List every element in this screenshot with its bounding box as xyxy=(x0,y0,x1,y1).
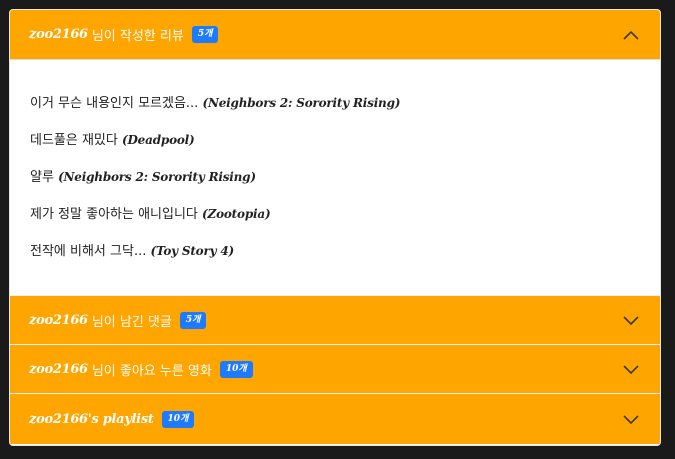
review-text: 데드풀은 재밌다 xyxy=(30,133,118,148)
reviews-section-body: 이거 무슨 내용인지 모르겠음... (Neighbors 2: Sororit… xyxy=(10,60,660,296)
review-item[interactable]: 얄루 (Neighbors 2: Sorority Rising) xyxy=(30,169,660,206)
chevron-down-icon[interactable] xyxy=(622,363,640,375)
review-movie-title: (Zootopia) xyxy=(202,207,271,221)
review-text: 전작에 비해서 그닥... xyxy=(30,244,147,259)
username: zoo2166 xyxy=(29,312,88,328)
review-text: 이거 무슨 내용인지 모르겠음... xyxy=(30,96,199,111)
review-item[interactable]: 데드풀은 재밌다 (Deadpool) xyxy=(30,132,660,169)
review-movie-title: (Deadpool) xyxy=(122,133,195,147)
chevron-down-icon[interactable] xyxy=(622,314,640,326)
count-badge: 10개 xyxy=(161,410,195,428)
username: zoo2166 xyxy=(29,27,88,42)
review-item[interactable]: 이거 무슨 내용인지 모르겠음... (Neighbors 2: Sororit… xyxy=(30,95,660,132)
count-badge: 5개 xyxy=(179,311,207,329)
reviews-section-header[interactable]: zoo2166 님이 작성한 리뷰 5개 xyxy=(10,10,660,60)
comments-section-header[interactable]: zoo2166 님이 남긴 댓글 5개 xyxy=(10,296,660,345)
playlist-section-header[interactable]: zoo2166's playlist 10개 xyxy=(10,394,660,444)
profile-accordion: zoo2166 님이 작성한 리뷰 5개 이거 무슨 내용인지 모르겠음... … xyxy=(9,9,661,446)
count-badge: 5개 xyxy=(191,26,219,43)
section-title: 님이 좋아요 누른 영화 xyxy=(91,363,212,379)
review-item[interactable]: 제가 정말 좋아하는 애니입니다 (Zootopia) xyxy=(30,206,660,243)
review-text: 제가 정말 좋아하는 애니입니다 xyxy=(30,207,198,222)
review-movie-title: (Neighbors 2: Sorority Rising) xyxy=(58,170,256,184)
review-item[interactable]: 전작에 비해서 그닥... (Toy Story 4) xyxy=(30,243,660,280)
username: zoo2166 xyxy=(29,361,88,377)
playlist-title: zoo2166's playlist xyxy=(29,411,154,427)
review-movie-title: (Neighbors 2: Sorority Rising) xyxy=(202,96,401,110)
section-title: 님이 남긴 댓글 xyxy=(91,314,172,330)
chevron-up-icon[interactable] xyxy=(622,29,640,41)
review-movie-title: (Toy Story 4) xyxy=(150,244,234,258)
review-text: 얄루 xyxy=(30,170,54,185)
count-badge: 10개 xyxy=(219,360,253,378)
chevron-down-icon[interactable] xyxy=(622,413,640,425)
liked-movies-section-header[interactable]: zoo2166 님이 좋아요 누른 영화 10개 xyxy=(10,345,660,394)
section-title: 님이 작성한 리뷰 xyxy=(91,29,184,44)
